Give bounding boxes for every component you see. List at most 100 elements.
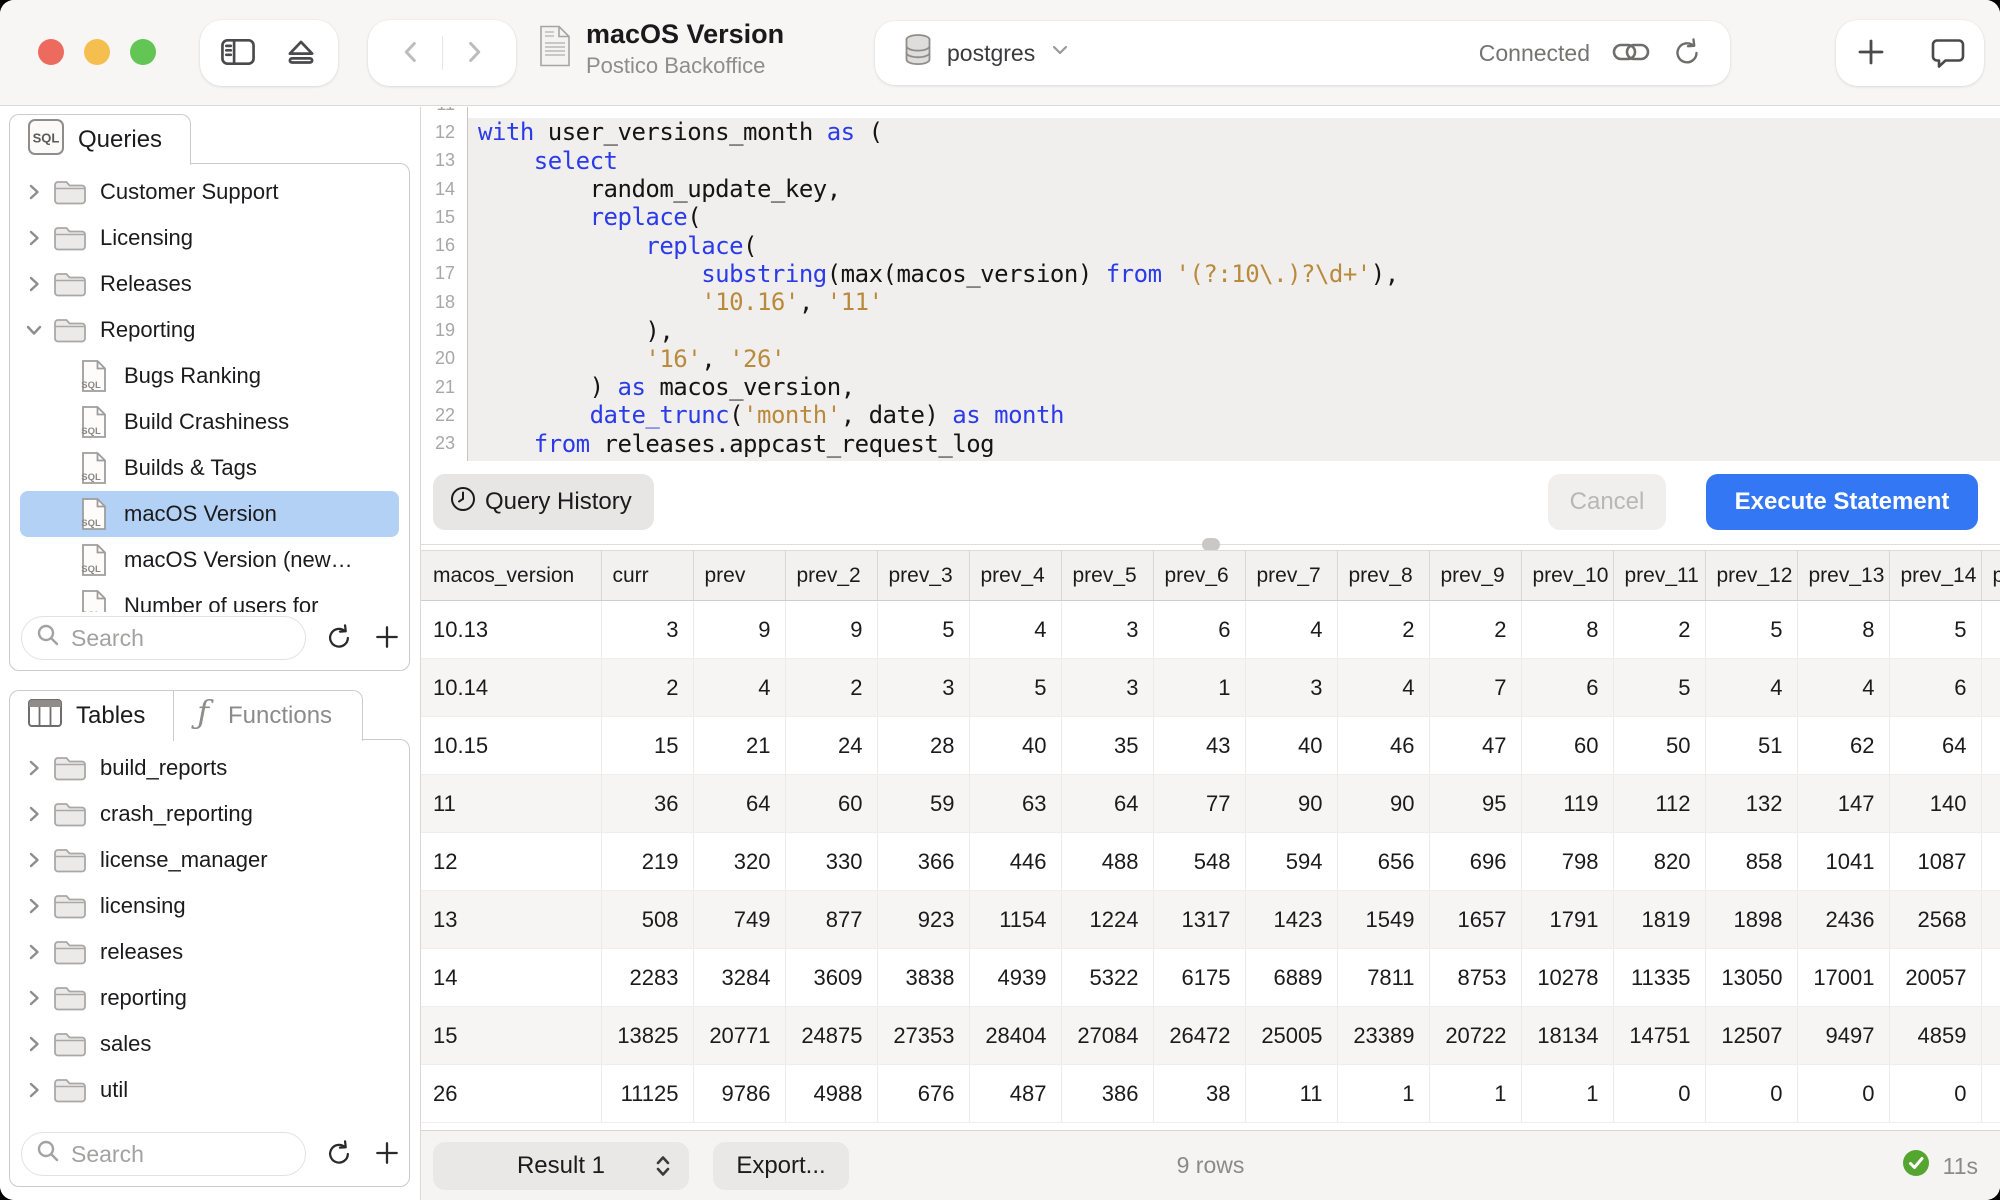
sidebar-table-sales[interactable]: sales [20,1021,399,1067]
cell-prev_9: 8753 [1429,949,1521,1007]
queries-add-button[interactable] [372,622,402,655]
line-number: 12 [421,122,461,143]
sidebar-item-builds-tags[interactable]: SQLBuilds & Tags [20,445,399,491]
sidebar-table-licensing[interactable]: licensing [20,883,399,929]
cell-prev_3: 3 [877,659,969,717]
sidebar-item-customer-support[interactable]: Customer Support [20,169,399,215]
cancel-button[interactable]: Cancel [1548,474,1666,530]
execute-statement-button[interactable]: Execute Statement [1706,474,1978,530]
item-label: crash_reporting [100,801,253,827]
column-header-prev_6[interactable]: prev_6 [1153,551,1245,601]
tables-add-button[interactable] [372,1138,402,1171]
refresh-icon [325,622,353,655]
sidebar-item-bugs-ranking[interactable]: SQLBugs Ranking [20,353,399,399]
feedback-button[interactable] [1930,35,1966,72]
connection-link-button[interactable] [1610,37,1652,70]
item-label: Customer Support [100,179,279,205]
cell-clipped [1981,601,2000,659]
column-header-prev_13[interactable]: prev_13 [1797,551,1889,601]
cell-prev_14: 4859 [1889,1007,1981,1065]
document-title-group: macOS Version Postico Backoffice [538,18,784,80]
cell-prev: 3284 [693,949,785,1007]
sidebar-table-crash-reporting[interactable]: crash_reporting [20,791,399,837]
cell-prev: 9786 [693,1065,785,1123]
cell-prev_6: 1 [1153,659,1245,717]
code-line: 21 ) as macos_version, [421,373,2000,401]
link-icon [1610,37,1652,70]
queries-search-input[interactable]: Search [21,616,306,660]
toggle-sidebar-button[interactable] [218,32,258,75]
column-header-macos_version[interactable]: macos_version [421,551,601,601]
column-header-prev_10[interactable]: prev_10 [1521,551,1613,601]
table-row-15[interactable]: 1513825207712487527353284042708426472250… [421,1007,2000,1065]
svg-text:SQL: SQL [81,472,101,483]
clock-icon [449,485,477,520]
table-row-12[interactable]: 1221932033036644648854859465669679882085… [421,833,2000,891]
sql-editor[interactable]: 1112with user_versions_month as (13 sele… [421,107,2000,461]
window-controls [38,39,156,65]
sidebar-item-licensing[interactable]: Licensing [20,215,399,261]
chevron-right-icon [24,274,44,294]
sidebar-table-build-reports[interactable]: build_reports [20,745,399,791]
back-button[interactable] [394,35,428,72]
tab-functions-label: Functions [228,702,332,730]
statusbar: 9 rows Result 1 Export... 11s [421,1130,2000,1200]
column-header-prev_15[interactable]: prev_15 [1981,551,2000,601]
minimize-button[interactable] [84,39,110,65]
disconnect-button[interactable] [282,33,320,74]
cell-prev_13: 4 [1797,659,1889,717]
table-row-26[interactable]: 26111259786498867648738638111110000 [421,1065,2000,1123]
result-selector[interactable]: Result 1 [433,1142,689,1190]
tab-tables[interactable]: Tables [9,690,173,741]
column-header-prev_5[interactable]: prev_5 [1061,551,1153,601]
window-actions-group [1836,20,1984,86]
table-row-13[interactable]: 1350874987792311541224131714231549165717… [421,891,2000,949]
forward-button[interactable] [457,35,491,72]
fullscreen-button[interactable] [130,39,156,65]
item-label: macOS Version (new… [124,547,353,573]
table-row-11[interactable]: 1136646059636477909095119112132147140 [421,775,2000,833]
cell-prev_4: 4 [969,601,1061,659]
column-header-curr[interactable]: curr [601,551,693,601]
column-header-prev_2[interactable]: prev_2 [785,551,877,601]
sidebar-item-build-crashiness[interactable]: SQLBuild Crashiness [20,399,399,445]
new-item-button[interactable] [1854,35,1888,72]
sidebar-table-releases[interactable]: releases [20,929,399,975]
cell-prev_13: 8 [1797,601,1889,659]
chevron-right-icon [24,804,44,824]
sidebar-item-reporting[interactable]: Reporting [20,307,399,353]
column-header-prev_7[interactable]: prev_7 [1245,551,1337,601]
table-row-10.14[interactable]: 10.14242353134765446 [421,659,2000,717]
column-header-prev_12[interactable]: prev_12 [1705,551,1797,601]
column-header-prev_9[interactable]: prev_9 [1429,551,1521,601]
queries-refresh-button[interactable] [325,622,353,655]
column-header-prev_3[interactable]: prev_3 [877,551,969,601]
export-button[interactable]: Export... [713,1142,849,1190]
sidebar-item-releases[interactable]: Releases [20,261,399,307]
sidebar-table-util[interactable]: util [20,1067,399,1113]
tables-search-input[interactable]: Search [21,1132,306,1176]
column-header-prev_14[interactable]: prev_14 [1889,551,1981,601]
reconnect-button[interactable] [1672,36,1702,71]
sidebar-item-number-of-users-for[interactable]: SQLNumber of users for [20,583,399,612]
column-header-prev_11[interactable]: prev_11 [1613,551,1705,601]
sidebar-table-license-manager[interactable]: license_manager [20,837,399,883]
tab-functions[interactable]: ƒ Functions [173,690,363,741]
close-button[interactable] [38,39,64,65]
query-history-button[interactable]: Query History [433,474,654,530]
cell-prev_8: 7811 [1337,949,1429,1007]
sidebar-table-reporting[interactable]: reporting [20,975,399,1021]
column-header-prev_4[interactable]: prev_4 [969,551,1061,601]
column-header-prev[interactable]: prev [693,551,785,601]
sidebar-item-macos-version[interactable]: SQLmacOS Version [20,491,399,537]
database-selector[interactable]: postgres [903,33,1071,73]
table-row-10.13[interactable]: 10.13399543642282585 [421,601,2000,659]
tab-queries[interactable]: SQL Queries [9,114,191,165]
query-history-label: Query History [485,488,632,516]
column-header-prev_8[interactable]: prev_8 [1337,551,1429,601]
cell-prev_7: 90 [1245,775,1337,833]
table-row-10.15[interactable]: 10.15152124284035434046476050516264 [421,717,2000,775]
table-row-14[interactable]: 1422833284360938384939532261756889781187… [421,949,2000,1007]
sidebar-item-macos-version-new[interactable]: SQLmacOS Version (new… [20,537,399,583]
tables-refresh-button[interactable] [325,1138,353,1171]
